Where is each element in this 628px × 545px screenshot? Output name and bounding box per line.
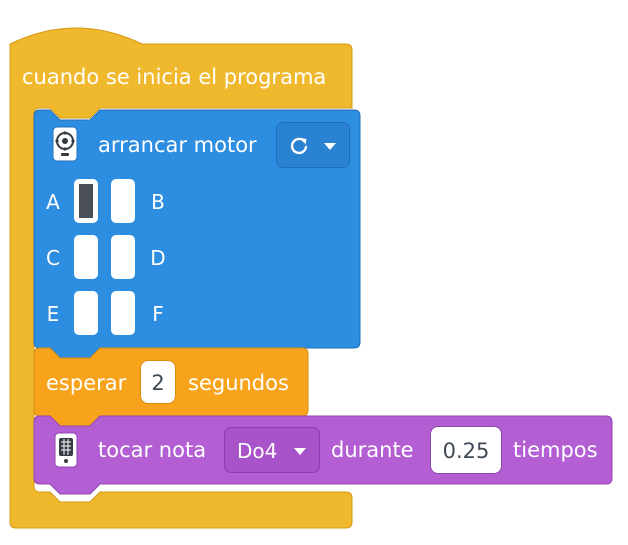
wait-label-before: esperar <box>46 371 127 395</box>
note-label-after: tiempos <box>513 438 598 462</box>
port-f-toggle[interactable] <box>111 291 135 335</box>
chevron-down-icon <box>324 143 336 150</box>
direction-dropdown[interactable] <box>276 122 350 168</box>
rotate-clockwise-icon <box>290 137 308 155</box>
note-duration-input[interactable]: 0.25 <box>430 426 502 474</box>
note-label-before: tocar nota <box>98 438 207 462</box>
chevron-down-icon <box>294 448 306 455</box>
port-letter-d: D <box>150 246 166 270</box>
hat-block-label: cuando se inicia el programa <box>22 65 327 89</box>
port-e-toggle[interactable] <box>74 291 98 335</box>
port-letter-a: A <box>46 190 60 214</box>
motor-block-label: arrancar motor <box>98 133 257 157</box>
note-dropdown-value: Do4 <box>237 439 278 463</box>
port-c-toggle[interactable] <box>74 235 98 279</box>
port-letter-f: F <box>152 302 164 326</box>
port-letter-b: B <box>151 190 165 214</box>
port-b-toggle[interactable] <box>111 179 135 223</box>
wait-label-after: segundos <box>188 371 289 395</box>
note-label-middle: durante <box>331 438 414 462</box>
motor-icon <box>52 126 78 162</box>
port-letter-e: E <box>46 302 60 326</box>
note-dropdown[interactable]: Do4 <box>224 427 320 473</box>
port-a-toggle[interactable] <box>74 179 98 223</box>
speaker-icon <box>54 432 78 468</box>
port-d-toggle[interactable] <box>111 235 135 279</box>
port-letter-c: C <box>46 246 60 270</box>
wait-seconds-input[interactable]: 2 <box>140 360 176 404</box>
